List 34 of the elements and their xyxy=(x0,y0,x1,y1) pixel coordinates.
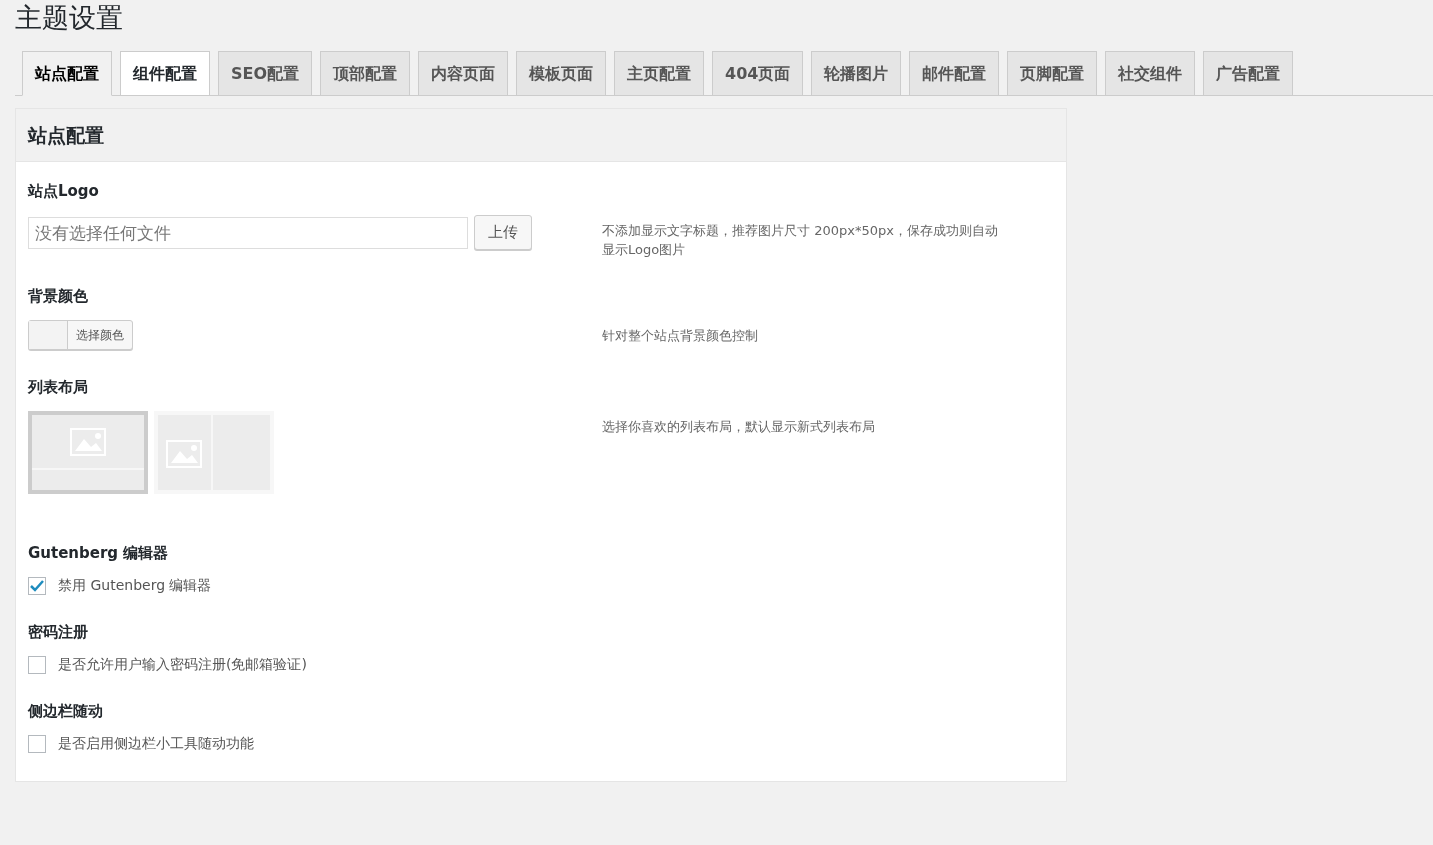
tab[interactable]: 页脚配置 xyxy=(1007,51,1098,95)
field-description: 针对整个站点背景颜色控制 xyxy=(602,327,759,345)
checkmark-icon xyxy=(30,580,44,592)
checkbox-label: 是否启用侧边栏小工具随动功能 xyxy=(58,735,254,753)
tab[interactable]: 模板页面 xyxy=(516,51,607,95)
checkbox[interactable] xyxy=(28,735,46,753)
tab[interactable]: SEO配置 xyxy=(218,51,313,95)
tab[interactable]: 顶部配置 xyxy=(320,51,411,95)
field-description: 选择你喜欢的列表布局，默认显示新式列表布局 xyxy=(602,418,876,436)
tab[interactable]: 内容页面 xyxy=(418,51,509,95)
checkbox[interactable] xyxy=(28,577,46,595)
field-label: 列表布局 xyxy=(28,378,89,397)
tab[interactable]: 组件配置 xyxy=(120,51,210,95)
tab[interactable]: 邮件配置 xyxy=(909,51,1000,95)
file-path-field[interactable]: 没有选择任何文件 xyxy=(28,216,468,249)
tab[interactable]: 广告配置 xyxy=(1203,51,1294,95)
panel-title: 站点配置 xyxy=(16,109,1066,162)
field-label: 密码注册 xyxy=(28,623,89,642)
tab[interactable]: 站点配置 xyxy=(22,51,112,96)
field-description: 不添加显示文字标题，推荐图片尺寸 200px*50px，保存成功则自动显示Logo图片 xyxy=(602,222,999,259)
checkbox-label: 禁用 Gutenberg 编辑器 xyxy=(58,577,212,595)
field-label: Gutenberg 编辑器 xyxy=(28,544,170,563)
upload-button[interactable]: 上传 xyxy=(474,215,532,250)
tab[interactable]: 轮播图片 xyxy=(811,51,902,95)
tab[interactable]: 社交组件 xyxy=(1105,51,1196,95)
color-picker-button[interactable]: 选择颜色 xyxy=(28,320,133,350)
page-title: 主题设置 xyxy=(15,1,124,35)
checkbox[interactable] xyxy=(28,656,46,674)
field-label: 站点Logo xyxy=(28,182,100,201)
tab[interactable]: 主页配置 xyxy=(614,51,705,95)
tab[interactable]: 404页面 xyxy=(712,51,804,95)
field-label: 背景颜色 xyxy=(28,287,89,306)
field-label: 侧边栏随动 xyxy=(28,702,104,721)
checkbox-label: 是否允许用户输入密码注册(免邮箱验证) xyxy=(58,656,307,674)
